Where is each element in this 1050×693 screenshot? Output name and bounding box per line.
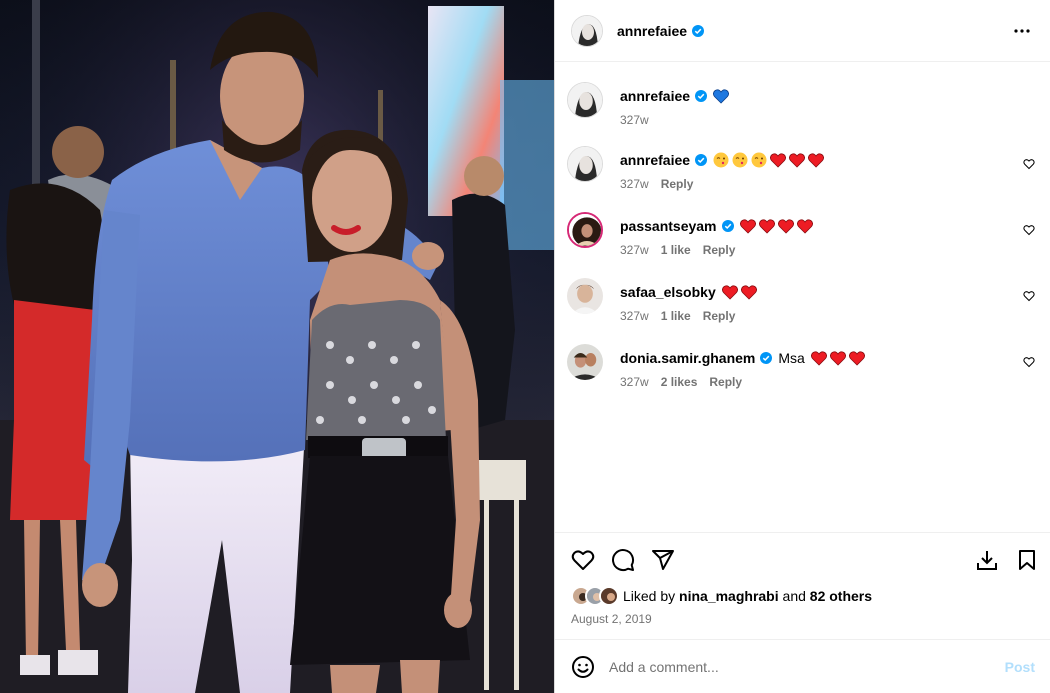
comment-username[interactable]: safaa_elsobky [620, 283, 716, 301]
reply-button[interactable]: Reply [661, 177, 694, 191]
comment-item: passantseyam 327w 1 like Reply [567, 212, 1047, 257]
comment-likes[interactable]: 1 like [661, 243, 691, 257]
verified-badge-icon [695, 154, 708, 166]
caption: annrefaiee 327w [567, 82, 1047, 127]
comment-username[interactable]: annrefaiee [620, 151, 690, 169]
post-detail-panel: annrefaiee annrefaiee 327w annrefaiee 32… [554, 0, 1050, 693]
caption-time: 327w [620, 113, 649, 127]
comment-time: 327w [620, 243, 649, 257]
red-heart-icon [848, 350, 865, 366]
like-icon[interactable] [571, 548, 595, 572]
red-heart-icon [789, 152, 806, 168]
comment-time: 327w [620, 177, 649, 191]
photo-illustration [0, 0, 554, 693]
post-comment-button[interactable]: Post [1005, 659, 1035, 675]
liker-avatar [599, 586, 619, 606]
more-options-icon[interactable] [1010, 19, 1034, 43]
likes-summary: Liked by nina_maghrabi and 82 others [571, 586, 872, 606]
blue-heart-icon [713, 88, 730, 104]
reply-button[interactable]: Reply [703, 309, 736, 323]
caption-username[interactable]: annrefaiee [620, 87, 690, 105]
download-icon[interactable] [975, 548, 999, 572]
save-bookmark-icon[interactable] [1015, 548, 1039, 572]
like-comment-icon[interactable] [1023, 158, 1035, 170]
emoji-icon[interactable] [571, 655, 595, 679]
comment-time: 327w [620, 309, 649, 323]
comment-item: safaa_elsobky 327w 1 like Reply [567, 278, 1047, 323]
red-heart-icon [739, 218, 756, 234]
red-heart-icon [810, 350, 827, 366]
comment-time: 327w [620, 375, 649, 389]
post-date: August 2, 2019 [571, 612, 652, 626]
wink-kiss-emoji-icon [732, 152, 748, 168]
liked-by-user[interactable]: nina_maghrabi [679, 588, 779, 604]
author-username[interactable]: annrefaiee [617, 23, 687, 39]
wink-kiss-emoji-icon [713, 152, 729, 168]
liked-by-label: Liked by [623, 588, 676, 604]
red-heart-icon [796, 218, 813, 234]
liker-avatars [571, 586, 619, 606]
comment-avatar[interactable] [567, 212, 603, 248]
author-avatar[interactable] [571, 14, 603, 47]
verified-badge-icon [692, 24, 705, 37]
liked-by-others[interactable]: 82 others [810, 588, 872, 604]
post-header: annrefaiee [555, 0, 1050, 62]
red-heart-icon [829, 350, 846, 366]
verified-badge-icon [721, 220, 734, 232]
comment-username[interactable]: donia.samir.ghanem [620, 349, 755, 367]
red-heart-icon [808, 152, 825, 168]
red-heart-icon [740, 284, 757, 300]
post-photo[interactable] [0, 0, 554, 693]
add-comment-bar: Post [555, 639, 1050, 693]
action-bar [555, 532, 1050, 586]
add-comment-input[interactable] [609, 658, 1005, 675]
comment-avatar[interactable] [567, 146, 603, 182]
comment-username[interactable]: passantseyam [620, 217, 717, 235]
comment-emojis [810, 350, 865, 366]
verified-badge-icon [760, 352, 773, 364]
like-comment-icon[interactable] [1023, 356, 1035, 368]
comment-avatar[interactable] [567, 344, 603, 380]
comment-likes[interactable]: 2 likes [661, 375, 698, 389]
red-heart-icon [758, 218, 775, 234]
comment-emojis [721, 284, 757, 300]
red-heart-icon [770, 152, 787, 168]
share-icon[interactable] [651, 548, 675, 572]
like-comment-icon[interactable] [1023, 224, 1035, 236]
red-heart-icon [777, 218, 794, 234]
verified-badge-icon [695, 90, 708, 102]
liked-by-and: and [782, 588, 806, 604]
comment-item: annrefaiee 327w Reply [567, 146, 1047, 191]
comment-icon[interactable] [611, 548, 635, 572]
comment-emojis [739, 218, 813, 234]
comment-avatar[interactable] [567, 278, 603, 314]
like-comment-icon[interactable] [1023, 290, 1035, 302]
comment-text: Msa [778, 350, 805, 366]
wink-kiss-emoji-icon [751, 152, 767, 168]
reply-button[interactable]: Reply [703, 243, 736, 257]
comment-emojis [713, 152, 825, 168]
comment-item: donia.samir.ghanem Msa 327w 2 likes Repl… [567, 344, 1047, 389]
comment-likes[interactable]: 1 like [661, 309, 691, 323]
reply-button[interactable]: Reply [709, 375, 742, 389]
red-heart-icon [721, 284, 738, 300]
caption-avatar[interactable] [567, 82, 603, 118]
